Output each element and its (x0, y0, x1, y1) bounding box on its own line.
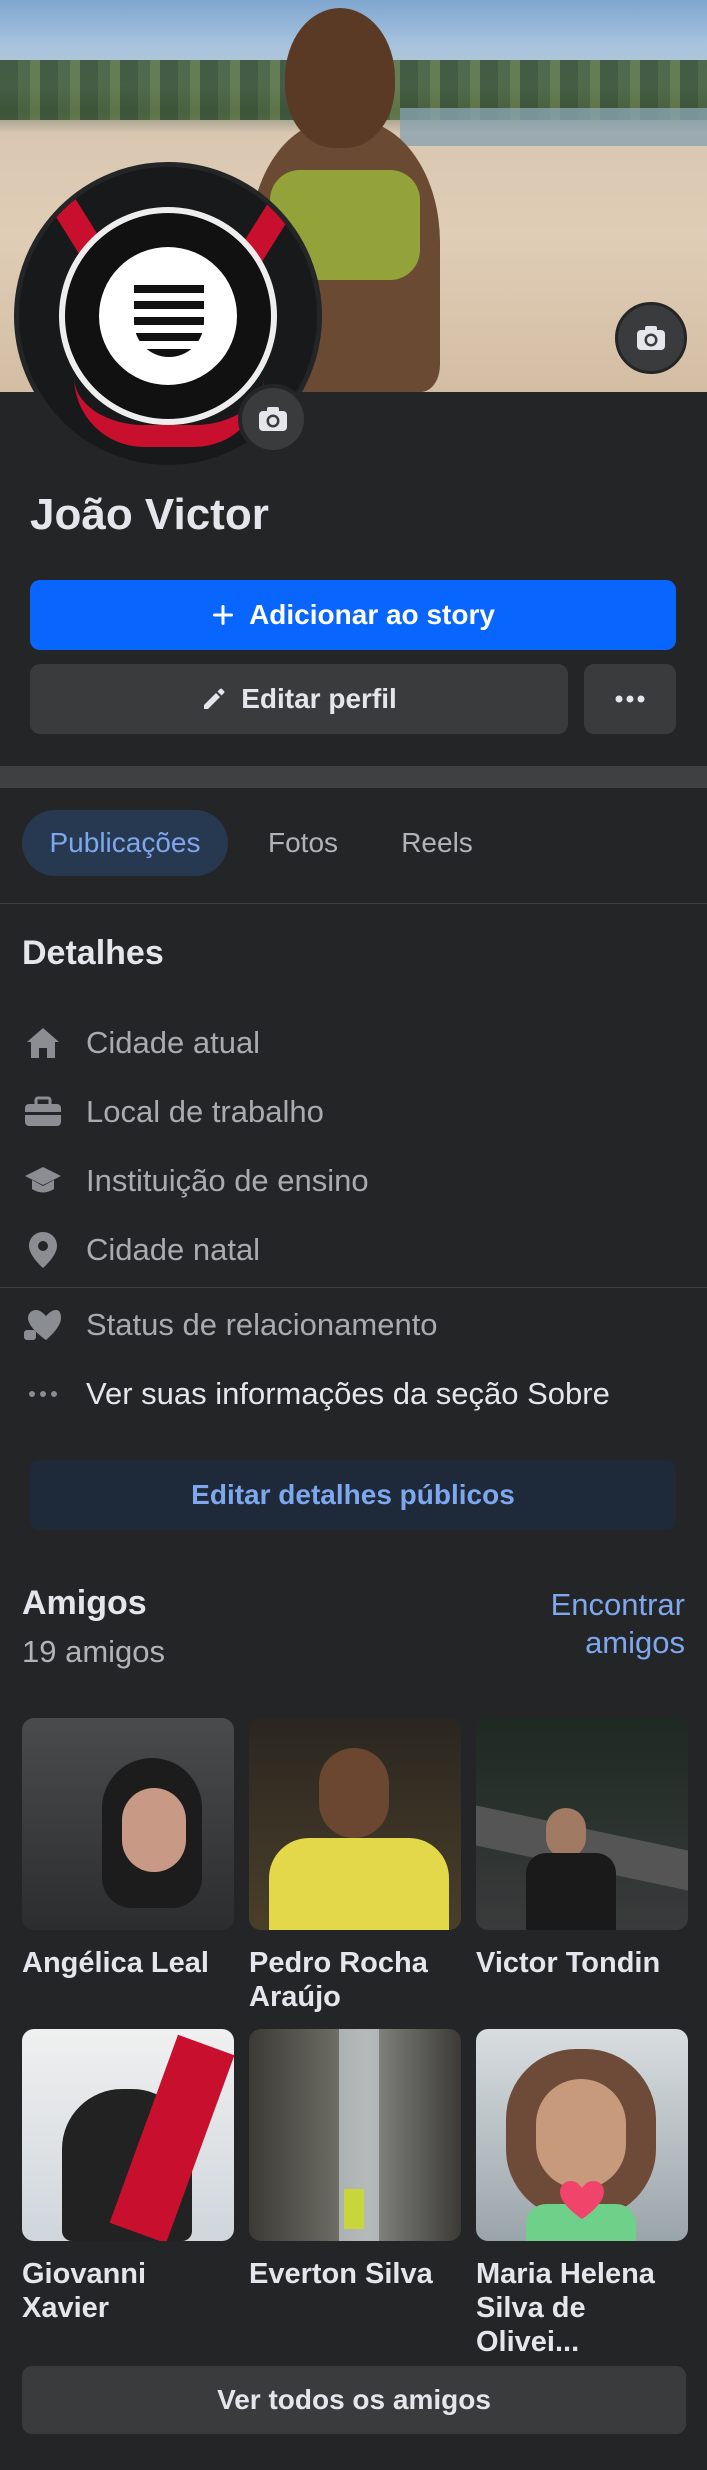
tab-fotos[interactable]: Fotos (244, 810, 362, 876)
friend-name: Everton Silva (249, 2258, 433, 2290)
add-story-button[interactable]: Adicionar ao story (30, 580, 676, 650)
briefcase-icon (22, 1091, 64, 1133)
friend-photo (249, 1718, 461, 1930)
friend-card[interactable]: Angélica Leal (22, 1718, 234, 1980)
friend-card[interactable]: Pedro Rocha Araújo (249, 1718, 461, 2014)
edit-public-details-button[interactable]: Editar detalhes públicos (30, 1460, 676, 1530)
friend-name: Pedro Rocha Araújo (249, 1947, 428, 2013)
details-title: Detalhes (22, 934, 164, 972)
tabs-divider (0, 903, 707, 904)
cover-camera-button[interactable] (615, 302, 687, 374)
friend-name: Maria Helena Silva de Olivei... (476, 2258, 655, 2358)
home-icon (22, 1022, 64, 1064)
pencil-icon (204, 688, 225, 709)
friend-card[interactable]: Maria Helena Silva de Olivei... (476, 2029, 688, 2359)
details-divider (0, 1287, 707, 1288)
friend-photo (476, 2029, 688, 2241)
heart-icon (22, 1304, 64, 1346)
friend-photo (476, 1718, 688, 1930)
camera-icon (637, 326, 665, 350)
detail-hometown[interactable]: Cidade natal (22, 1225, 260, 1275)
tab-reels[interactable]: Reels (378, 810, 496, 876)
friend-card[interactable]: Victor Tondin (476, 1718, 688, 1980)
friend-card[interactable]: Everton Silva (249, 2029, 461, 2291)
friend-name: Giovanni Xavier (22, 2258, 147, 2324)
location-pin-icon (22, 1229, 64, 1271)
graduation-cap-icon (22, 1160, 64, 1202)
edit-profile-button[interactable]: Editar perfil (30, 664, 568, 734)
friend-photo (249, 2029, 461, 2241)
heart-sticker-icon (560, 2181, 604, 2219)
profile-tabs: Publicações Fotos Reels (0, 810, 707, 900)
friends-title: Amigos (22, 1584, 147, 1622)
tab-publicacoes[interactable]: Publicações (22, 810, 228, 876)
plus-icon (213, 605, 234, 625)
profile-camera-button[interactable] (238, 384, 308, 454)
profile-name: João Victor (30, 490, 269, 539)
detail-see-about[interactable]: Ver suas informações da seção Sobre (22, 1369, 610, 1419)
section-divider (0, 766, 707, 788)
camera-icon (259, 407, 287, 431)
more-options-button[interactable] (584, 664, 676, 734)
detail-current-city[interactable]: Cidade atual (22, 1018, 260, 1068)
detail-relationship[interactable]: Status de relacionamento (22, 1300, 438, 1350)
friend-name: Angélica Leal (22, 1947, 209, 1979)
detail-workplace[interactable]: Local de trabalho (22, 1087, 324, 1137)
detail-school[interactable]: Instituição de ensino (22, 1156, 369, 1206)
more-dots-icon (22, 1373, 64, 1415)
add-story-label: Adicionar ao story (249, 599, 495, 630)
more-dots-icon (615, 695, 645, 703)
friend-name: Victor Tondin (476, 1947, 661, 1979)
friends-count: 19 amigos (22, 1634, 166, 1669)
find-friends-link[interactable]: Encontrar amigos (465, 1586, 685, 1662)
friend-card[interactable]: Giovanni Xavier (22, 2029, 234, 2325)
friend-photo (22, 1718, 234, 1930)
edit-profile-label: Editar perfil (241, 683, 397, 714)
friend-photo (22, 2029, 234, 2241)
see-all-friends-button[interactable]: Ver todos os amigos (22, 2366, 686, 2434)
